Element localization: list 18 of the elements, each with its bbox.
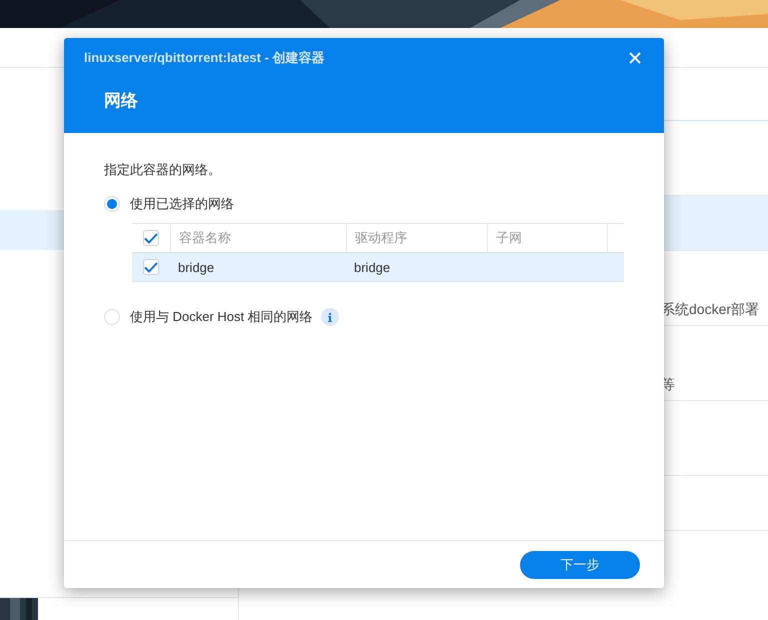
- radio-button[interactable]: [104, 196, 120, 212]
- close-icon: [629, 52, 641, 64]
- description: 指定此容器的网络。: [104, 161, 222, 179]
- dialog-title: linuxserver/qbittorrent:latest - 创建容器: [84, 49, 325, 67]
- checkbox[interactable]: [143, 259, 159, 275]
- next-button[interactable]: 下一步: [520, 550, 640, 578]
- radio-label[interactable]: 使用已选择的网络: [130, 195, 234, 213]
- radio-label[interactable]: 使用与 Docker Host 相同的网络: [130, 308, 313, 326]
- dialog-heading: 网络: [104, 90, 139, 112]
- column-header[interactable]: 容器名称: [179, 229, 231, 247]
- table-cell: bridge: [354, 260, 390, 274]
- radio-button[interactable]: [104, 309, 120, 325]
- checkbox[interactable]: [143, 230, 159, 246]
- table-cell: bridge: [178, 260, 214, 274]
- table-row[interactable]: bridge bridge: [132, 253, 624, 282]
- info-icon[interactable]: [320, 308, 339, 326]
- column-header[interactable]: 驱动程序: [355, 229, 407, 247]
- column-header[interactable]: 子网: [496, 229, 522, 247]
